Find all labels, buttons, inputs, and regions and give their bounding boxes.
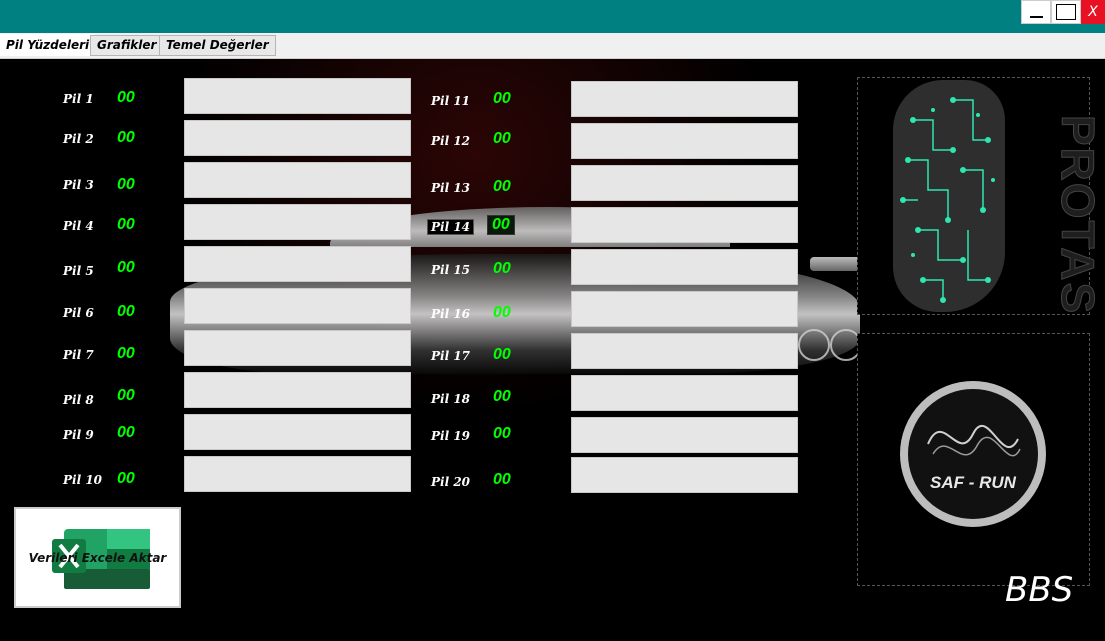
pil-8-bar <box>184 372 411 408</box>
pil-3-value: 00 <box>117 176 135 193</box>
pil-14-bar <box>571 207 798 243</box>
pil-17-label: Pil 17 <box>431 349 471 363</box>
pil-19-bar <box>571 417 798 453</box>
pil-9-bar <box>184 414 411 450</box>
protas-logo-text: PROTAS <box>1052 114 1105 316</box>
pil-18-label: Pil 18 <box>431 392 471 406</box>
pil-6-label: Pil 6 <box>63 306 94 320</box>
pil-9-label: Pil 9 <box>63 428 94 442</box>
pil-13-bar <box>571 165 798 201</box>
car-headlight <box>798 329 830 361</box>
tab-temel-degerler[interactable]: Temel Değerler <box>159 35 276 56</box>
pil-15-label: Pil 15 <box>431 263 471 277</box>
pil-19-label: Pil 19 <box>431 429 471 443</box>
pil-4-value: 00 <box>117 216 135 233</box>
pil-15-value: 00 <box>493 260 511 277</box>
protas-logo-panel: PROTAS <box>857 77 1105 316</box>
pil-14-label: Pil 14 <box>427 219 475 235</box>
pil-5-bar <box>184 246 411 282</box>
pil-13-value: 00 <box>493 178 511 195</box>
pil-20-value: 00 <box>493 471 511 488</box>
export-excel-button[interactable]: Verileri Excele Aktar <box>14 507 181 608</box>
export-excel-label: Verileri Excele Aktar <box>28 551 167 565</box>
pil-2-value: 00 <box>117 129 135 146</box>
pil-17-value: 00 <box>493 346 511 363</box>
pil-10-label: Pil 10 <box>63 473 103 487</box>
pil-2-label: Pil 2 <box>63 132 94 146</box>
title-bar <box>0 0 1105 33</box>
safrun-logo-panel: SAF - RUN <box>857 333 1090 586</box>
pil-10-bar <box>184 456 411 492</box>
safrun-logo-ring: SAF - RUN <box>900 381 1046 527</box>
pil-16-value: 00 <box>493 304 511 321</box>
minimize-icon[interactable] <box>1021 0 1051 24</box>
pil-12-value: 00 <box>493 130 511 147</box>
pil-1-value: 00 <box>117 89 135 106</box>
pil-13-label: Pil 13 <box>431 181 471 195</box>
pil-1-bar <box>184 78 411 114</box>
pil-3-label: Pil 3 <box>63 178 94 192</box>
tab-bar: Pil Yüzdeleri Grafikler Temel Değerler <box>0 33 1105 59</box>
pil-7-label: Pil 7 <box>63 348 94 362</box>
pil-2-bar <box>184 120 411 156</box>
pil-12-label: Pil 12 <box>431 134 471 148</box>
pil-8-value: 00 <box>117 387 135 404</box>
pil-8-label: Pil 8 <box>63 393 94 407</box>
pil-19-value: 00 <box>493 425 511 442</box>
pil-6-value: 00 <box>117 303 135 320</box>
safrun-logo-text: SAF - RUN <box>930 473 1016 492</box>
pil-18-value: 00 <box>493 388 511 405</box>
pil-4-bar <box>184 204 411 240</box>
pil-5-label: Pil 5 <box>63 264 94 278</box>
pil-4-label: Pil 4 <box>63 219 94 233</box>
close-button[interactable]: X <box>1081 0 1105 24</box>
pil-11-label: Pil 11 <box>431 94 471 108</box>
pil-9-value: 00 <box>117 424 135 441</box>
circuit-brain-icon <box>893 80 1005 312</box>
pil-20-label: Pil 20 <box>431 475 471 489</box>
pil-3-bar <box>184 162 411 198</box>
bbs-label: BBS <box>1005 570 1074 610</box>
pil-10-value: 00 <box>117 470 135 487</box>
main-panel: Pil 1 00 Pil 2 00 Pil 3 00 Pil 4 00 Pil … <box>0 59 1105 641</box>
tab-pil-yuzdeleri[interactable]: Pil Yüzdeleri <box>0 34 96 56</box>
pil-6-bar <box>184 288 411 324</box>
pil-5-value: 00 <box>117 259 135 276</box>
pil-18-bar <box>571 375 798 411</box>
pil-16-bar <box>571 291 798 327</box>
pil-20-bar <box>571 457 798 493</box>
maximize-icon[interactable] <box>1051 0 1081 24</box>
pil-14-value: 00 <box>487 215 515 235</box>
pil-11-value: 00 <box>493 90 511 107</box>
pil-7-value: 00 <box>117 345 135 362</box>
tab-grafikler[interactable]: Grafikler <box>90 35 164 56</box>
pil-17-bar <box>571 333 798 369</box>
pil-15-bar <box>571 249 798 285</box>
pil-1-label: Pil 1 <box>63 92 94 106</box>
pil-11-bar <box>571 81 798 117</box>
pil-12-bar <box>571 123 798 159</box>
pil-16-label: Pil 16 <box>431 307 471 321</box>
pil-7-bar <box>184 330 411 366</box>
